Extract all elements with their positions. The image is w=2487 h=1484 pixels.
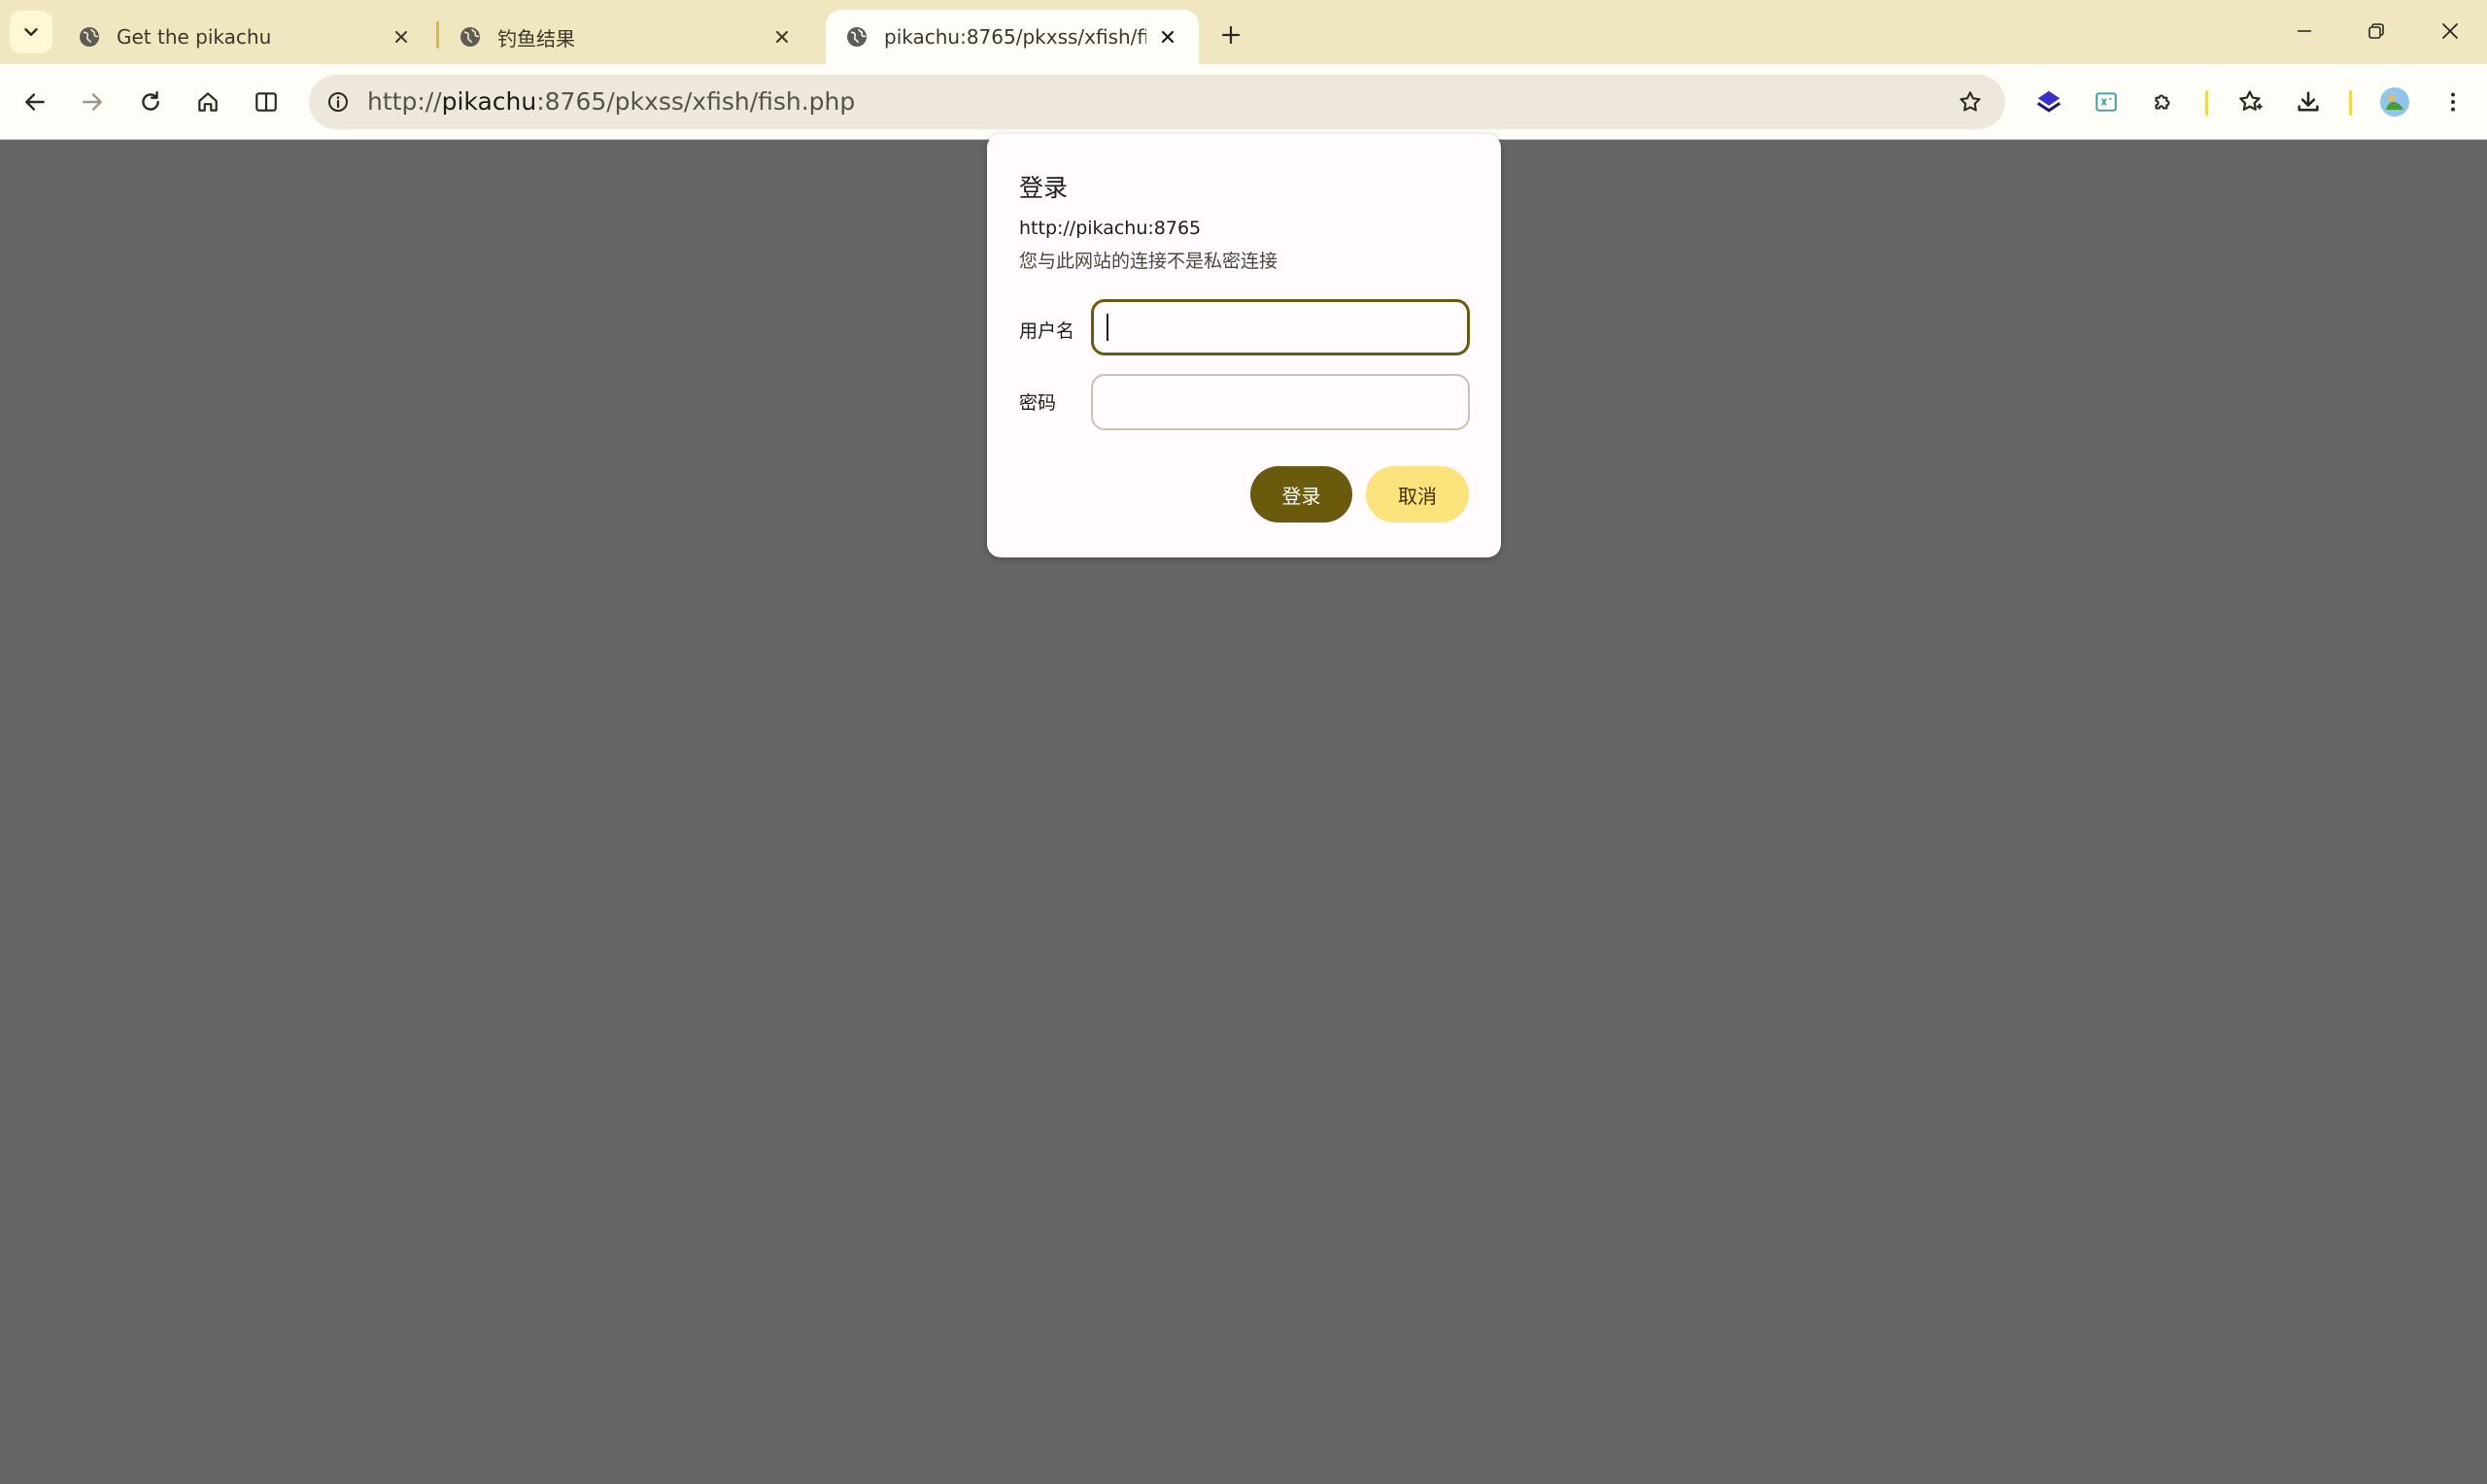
home-icon <box>198 92 218 112</box>
extension-formula-button[interactable] <box>2085 81 2128 123</box>
toolbar-divider <box>2349 90 2352 116</box>
globe-icon <box>460 27 480 47</box>
url-host: pikachu <box>441 87 537 116</box>
password-input[interactable] <box>1091 374 1470 430</box>
extension-layers-button[interactable] <box>2027 81 2070 123</box>
tab-get-the-pikachu[interactable]: Get the pikachu <box>58 10 432 64</box>
close-icon <box>2442 23 2458 39</box>
tab-strip: Get the pikachu 钓鱼结果 pikachu:8765/pkxss/… <box>0 0 2487 64</box>
tab-phishing-results[interactable]: 钓鱼结果 <box>439 10 813 64</box>
close-window-button[interactable] <box>2416 8 2484 54</box>
text-caret <box>1107 314 1108 341</box>
tab-title: pikachu:8765/pkxss/xfish/fish.php <box>884 25 1146 49</box>
url-scheme: http:// <box>367 87 442 116</box>
back-button[interactable] <box>14 81 56 123</box>
reload-button[interactable] <box>129 81 172 123</box>
url-text[interactable]: http://pikachu:8765/pkxss/xfish/fish.php <box>367 75 855 129</box>
globe-icon <box>80 27 99 47</box>
close-icon <box>395 31 407 43</box>
globe-icon <box>847 27 867 47</box>
star-icon <box>1959 91 1981 112</box>
login-button[interactable]: 登录 <box>1250 466 1352 523</box>
extensions-button[interactable] <box>2142 81 2185 123</box>
password-label: 密码 <box>1019 392 1057 414</box>
close-icon <box>1161 30 1175 44</box>
restore-button[interactable] <box>2342 8 2410 54</box>
tab-title: Get the pikachu <box>117 25 272 49</box>
tab-close-button[interactable] <box>1156 25 1179 49</box>
username-label: 用户名 <box>1019 320 1075 342</box>
plus-icon <box>1221 25 1241 45</box>
kebab-menu-icon <box>2451 92 2455 112</box>
puzzle-icon <box>2155 94 2170 110</box>
forward-button[interactable] <box>71 81 114 123</box>
tab-close-button[interactable] <box>770 25 794 49</box>
profile-button[interactable] <box>2373 81 2416 123</box>
url-path: :8765/pkxss/xfish/fish.php <box>536 87 856 116</box>
browser-toolbar: http://pikachu:8765/pkxss/xfish/fish.php <box>0 64 2487 140</box>
minimize-button[interactable] <box>2270 8 2338 54</box>
home-button[interactable] <box>187 81 229 123</box>
username-input[interactable] <box>1091 299 1470 355</box>
restore-icon <box>2368 23 2384 39</box>
favorites-button[interactable] <box>2230 81 2272 123</box>
dialog-connection-warning: 您与此网站的连接不是私密连接 <box>1019 251 1278 272</box>
arrow-left-icon <box>25 93 45 111</box>
tab-title: 钓鱼结果 <box>497 26 575 51</box>
cancel-button[interactable]: 取消 <box>1366 466 1469 523</box>
arrow-right-icon <box>83 93 102 111</box>
reload-icon <box>142 91 159 111</box>
toolbar-divider <box>2205 90 2208 116</box>
downloads-button[interactable] <box>2287 81 2330 123</box>
avatar-icon <box>2380 87 2409 117</box>
download-icon <box>2298 91 2319 112</box>
close-icon <box>776 31 788 43</box>
split-view-icon <box>256 92 277 112</box>
formula-icon <box>2095 92 2117 112</box>
minimize-icon <box>2298 30 2311 32</box>
info-icon <box>328 92 348 112</box>
dialog-title: 登录 <box>1019 174 1069 202</box>
address-bar[interactable]: http://pikachu:8765/pkxss/xfish/fish.php <box>309 75 2005 129</box>
site-info-button[interactable] <box>321 84 356 119</box>
menu-button[interactable] <box>2432 81 2474 123</box>
chevron-down-icon <box>24 28 38 36</box>
layers-icon <box>2036 90 2061 113</box>
split-view-button[interactable] <box>245 81 288 123</box>
tab-close-button[interactable] <box>390 25 413 49</box>
bookmark-button[interactable] <box>1953 84 1988 119</box>
new-tab-button[interactable] <box>1211 16 1250 54</box>
http-auth-dialog: 登录 http://pikachu:8765 您与此网站的连接不是私密连接 用户… <box>987 134 1501 557</box>
tab-fish-php-active[interactable]: pikachu:8765/pkxss/xfish/fish.php <box>826 10 1199 64</box>
favorites-icon <box>2239 90 2263 111</box>
dialog-origin: http://pikachu:8765 <box>1019 218 1202 239</box>
tab-search-button[interactable] <box>10 11 52 53</box>
